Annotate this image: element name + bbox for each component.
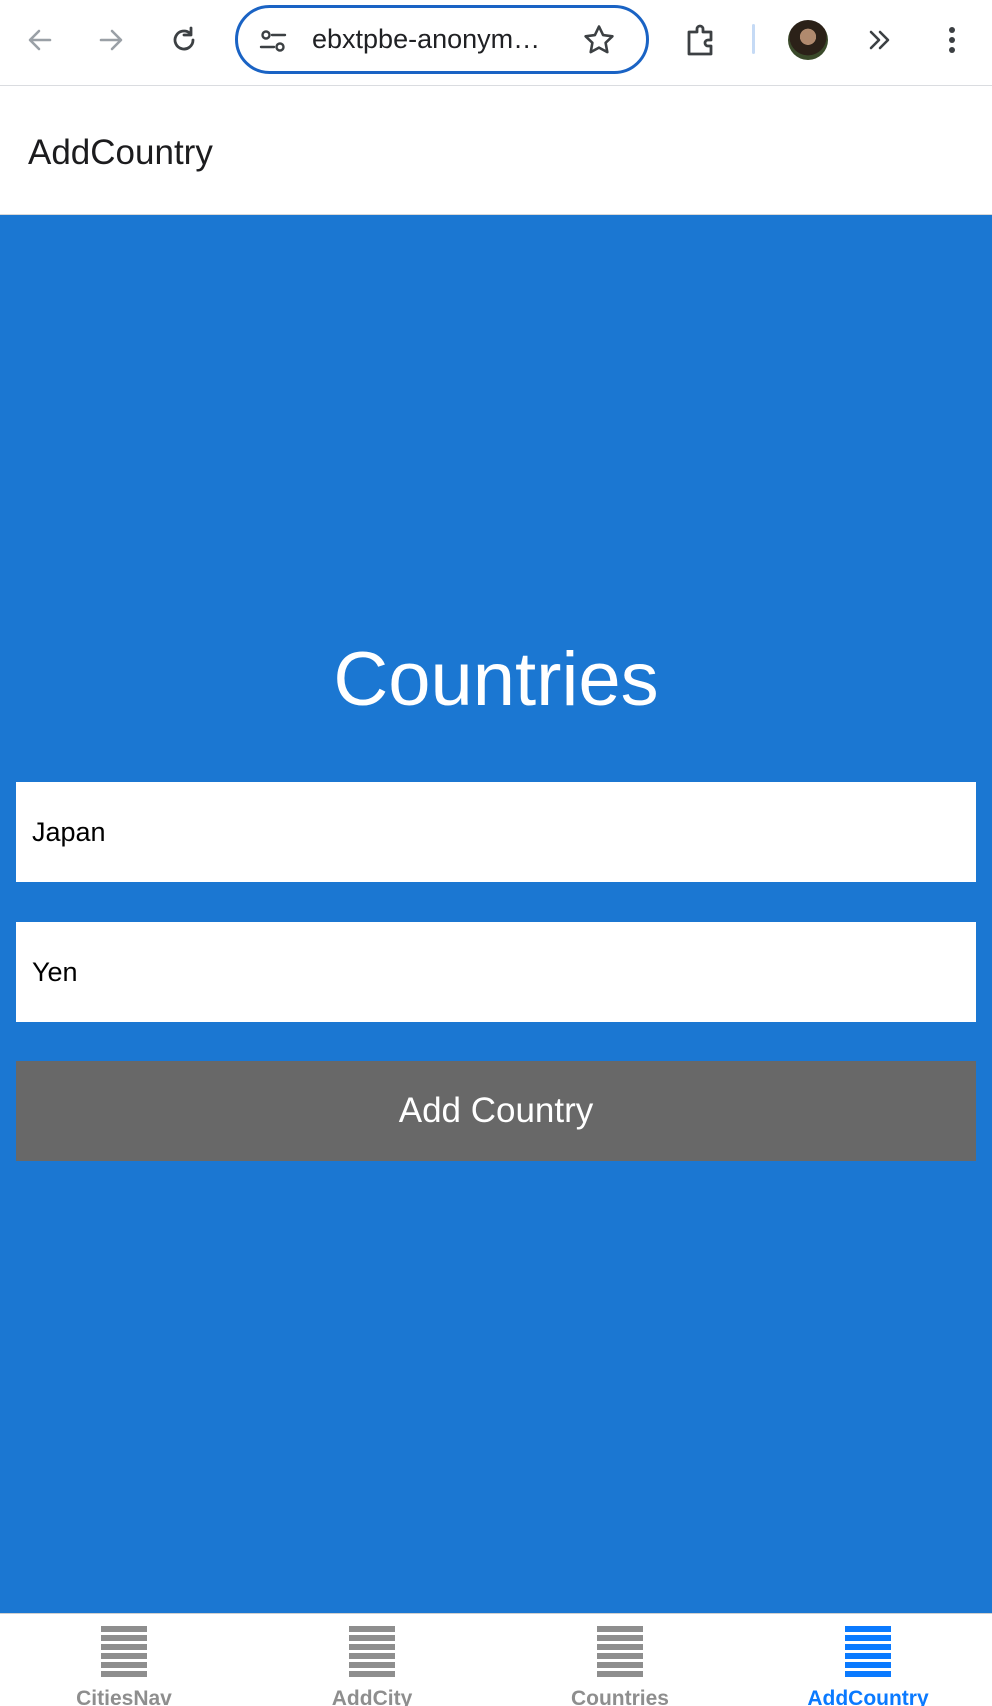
tab-label: CitiesNav (76, 1687, 172, 1706)
puzzle-icon[interactable] (681, 20, 721, 60)
list-icon (349, 1626, 395, 1686)
main-content: Countries Add Country (0, 215, 992, 1613)
tab-countries[interactable]: Countries (496, 1614, 744, 1706)
back-arrow-icon[interactable] (20, 20, 60, 60)
tab-label: AddCity (331, 1687, 413, 1706)
browser-toolbar: ebxtpbe-anonym… (0, 0, 992, 86)
tab-label: Countries (570, 1687, 669, 1706)
list-icon (845, 1626, 891, 1686)
tab-cities-nav[interactable]: CitiesNav (0, 1614, 248, 1706)
reload-icon[interactable] (164, 20, 204, 60)
list-icon (597, 1626, 643, 1686)
bottom-tab-bar: CitiesNav AddCity Countries AddCountry (0, 1613, 992, 1706)
tab-add-city[interactable]: AddCity (248, 1614, 496, 1706)
tab-add-country[interactable]: AddCountry (744, 1614, 992, 1706)
list-icon (101, 1626, 147, 1686)
chevrons-right-icon[interactable] (860, 20, 900, 60)
currency-input[interactable] (16, 922, 976, 1022)
tab-label: AddCountry (807, 1687, 929, 1706)
forward-arrow-icon[interactable] (91, 20, 131, 60)
app-header: AddCountry (0, 86, 992, 215)
tune-icon[interactable] (258, 26, 288, 56)
address-bar[interactable]: ebxtpbe-anonym… (235, 5, 649, 74)
profile-avatar[interactable] (788, 20, 828, 60)
country-name-input[interactable] (16, 782, 976, 882)
add-country-button[interactable]: Add Country (16, 1061, 976, 1161)
toolbar-divider (752, 24, 755, 54)
kebab-menu-icon[interactable] (932, 20, 972, 60)
star-icon[interactable] (582, 23, 616, 57)
url-text[interactable]: ebxtpbe-anonym… (312, 8, 570, 71)
countries-heading: Countries (333, 637, 659, 722)
page-title: AddCountry (28, 133, 213, 172)
